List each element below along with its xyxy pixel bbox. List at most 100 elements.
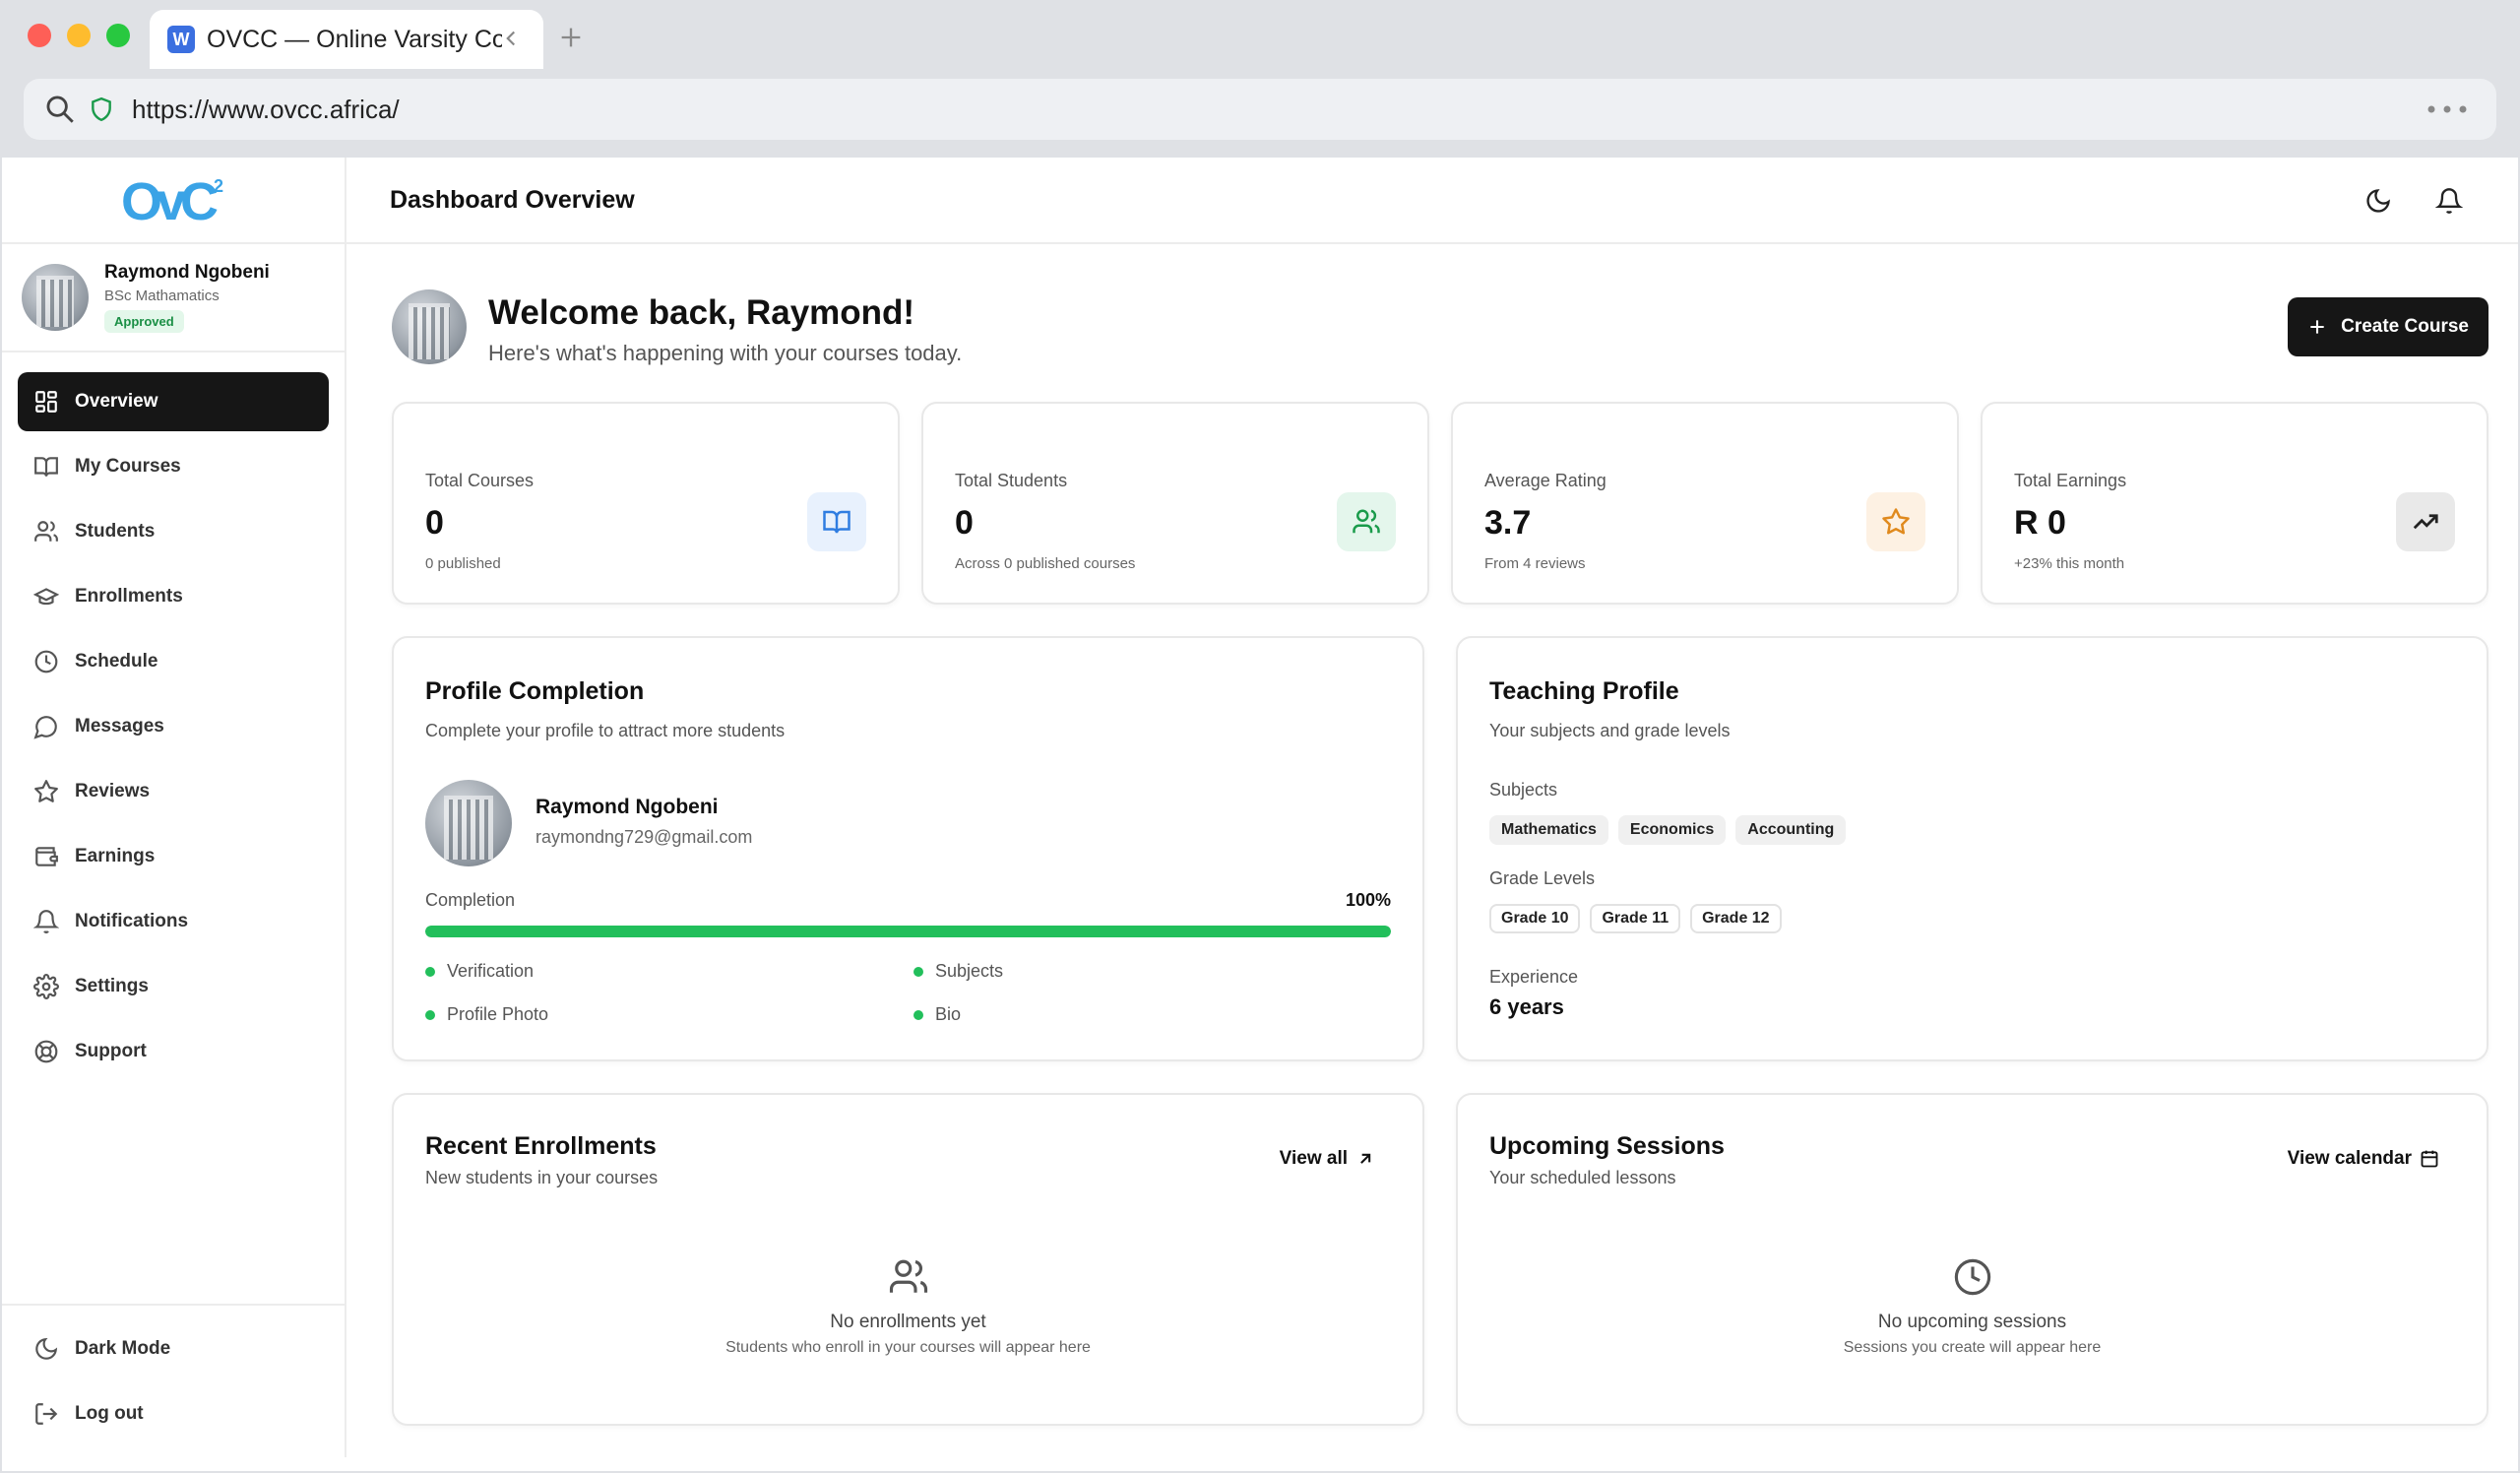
tab-favicon: W xyxy=(167,26,195,53)
subject-chip: Economics xyxy=(1617,815,1727,845)
address-bar[interactable]: https://www.ovcc.africa/ xyxy=(24,79,2496,140)
sidebar-item-label: Settings xyxy=(75,976,149,996)
calendar-icon xyxy=(2421,1150,2438,1168)
browser-chrome: W OVCC — Online Varsity Coll https://www… xyxy=(0,0,2520,158)
sidebar-item-messages[interactable]: Messages xyxy=(18,697,329,756)
stat-note: Across 0 published courses xyxy=(955,555,1136,572)
subjects-label: Subjects xyxy=(1489,780,1558,800)
grade-chips: Grade 10 Grade 11 Grade 12 xyxy=(1489,904,1782,933)
stat-value: 0 xyxy=(425,504,444,542)
stat-card-total-courses[interactable]: Total Courses 0 0 published xyxy=(392,402,900,605)
trending-up-icon xyxy=(2396,492,2455,551)
stat-label: Total Earnings xyxy=(2014,471,2127,490)
panel-subtitle: Your subjects and grade levels xyxy=(1489,721,1731,740)
upcoming-sessions-card: Upcoming Sessions Your scheduled lessons… xyxy=(1456,1093,2488,1426)
window-zoom-button[interactable] xyxy=(106,24,130,47)
main-content: Welcome back, Raymond! Here's what's hap… xyxy=(392,244,2488,1426)
sidebar-item-reviews[interactable]: Reviews xyxy=(18,762,329,821)
moon-icon[interactable] xyxy=(2364,187,2392,215)
logo-text: OvC xyxy=(121,172,218,227)
url-text[interactable]: https://www.ovcc.africa/ xyxy=(132,95,400,125)
completion-label: Completion xyxy=(425,890,516,910)
message-icon xyxy=(33,716,57,739)
stat-card-total-earnings[interactable]: Total Earnings R 0 +23% this month xyxy=(1981,402,2488,605)
view-all-link[interactable]: View all xyxy=(1280,1148,1375,1170)
browser-tab[interactable]: W OVCC — Online Varsity Coll xyxy=(150,10,543,69)
sidebar-item-enrollments[interactable]: Enrollments xyxy=(18,567,329,626)
plus-icon xyxy=(2310,320,2324,334)
sidebar-item-support[interactable]: Support xyxy=(18,1022,329,1081)
top-bar: Dashboard Overview xyxy=(346,158,2518,244)
logout-label: Log out xyxy=(75,1403,144,1424)
view-all-label: View all xyxy=(1279,1148,1348,1169)
close-tab-icon[interactable] xyxy=(498,26,524,51)
grade-chip: Grade 12 xyxy=(1690,904,1782,933)
welcome-title: Welcome back, Raymond! xyxy=(488,293,915,332)
checklist-item: Subjects xyxy=(914,961,1003,982)
logout-button[interactable]: Log out xyxy=(18,1384,329,1443)
activity-row: Recent Enrollments New students in your … xyxy=(392,1093,2488,1426)
star-icon xyxy=(34,780,58,802)
more-icon[interactable] xyxy=(2426,96,2469,122)
sidebar-profile[interactable]: Raymond Ngobeni BSc Mathamatics Approved xyxy=(2,244,345,352)
lifebuoy-icon xyxy=(34,1040,58,1063)
panel-title: Recent Enrollments xyxy=(425,1132,657,1160)
bell-icon[interactable] xyxy=(2435,187,2463,215)
search-icon xyxy=(46,96,74,123)
welcome-subtitle: Here's what's happening with your course… xyxy=(488,341,963,365)
user-degree: BSc Mathamatics xyxy=(104,288,220,304)
new-tab-icon[interactable] xyxy=(557,24,585,51)
sidebar-item-label: Schedule xyxy=(75,651,158,672)
stats-row: Total Courses 0 0 published Total Studen… xyxy=(392,402,2488,605)
window-minimize-button[interactable] xyxy=(67,24,91,47)
ovcc-logo: OvC 2 xyxy=(121,172,223,227)
book-icon xyxy=(807,492,866,551)
arrow-up-right-icon xyxy=(1360,1153,1371,1164)
stat-value: 3.7 xyxy=(1484,504,1532,542)
view-calendar-link[interactable]: View calendar xyxy=(2288,1148,2439,1170)
profile-row: Profile Completion Complete your profile… xyxy=(392,636,2488,1061)
sidebar-item-my-courses[interactable]: My Courses xyxy=(18,437,329,496)
sidebar-item-schedule[interactable]: Schedule xyxy=(18,632,329,691)
panel-title: Teaching Profile xyxy=(1489,677,1679,705)
profile-name: Raymond Ngobeni xyxy=(536,796,719,818)
book-icon xyxy=(34,457,58,477)
gear-icon xyxy=(33,974,59,999)
dark-mode-toggle[interactable]: Dark Mode xyxy=(18,1319,329,1378)
sidebar-item-earnings[interactable]: Earnings xyxy=(18,827,329,886)
profile-completion-card: Profile Completion Complete your profile… xyxy=(392,636,1424,1061)
users-icon xyxy=(34,521,58,542)
panel-title: Upcoming Sessions xyxy=(1489,1132,1725,1160)
empty-subtitle: Sessions you create will appear here xyxy=(1843,1339,2102,1356)
sidebar-item-label: Support xyxy=(75,1041,147,1061)
sidebar-item-settings[interactable]: Settings xyxy=(18,957,329,1016)
stat-note: 0 published xyxy=(425,555,501,572)
stat-label: Total Courses xyxy=(425,471,535,490)
panel-subtitle: New students in your courses xyxy=(425,1168,659,1187)
grade-chip: Grade 10 xyxy=(1489,904,1581,933)
sidebar-item-label: Reviews xyxy=(75,781,151,801)
sidebar-item-students[interactable]: Students xyxy=(18,502,329,561)
graduation-cap-icon xyxy=(33,588,59,606)
sidebar-footer: Dark Mode Log out xyxy=(2,1304,345,1457)
bell-icon xyxy=(33,910,59,933)
logo[interactable]: OvC 2 xyxy=(2,158,345,244)
window-close-button[interactable] xyxy=(28,24,51,47)
sidebar: OvC 2 Raymond Ngobeni BSc Mathamatics Ap… xyxy=(2,158,346,1457)
clock-icon xyxy=(34,650,58,673)
stat-card-average-rating[interactable]: Average Rating 3.7 From 4 reviews xyxy=(1451,402,1959,605)
logo-sup: 2 xyxy=(214,176,223,196)
checklist-item: Verification xyxy=(425,961,534,982)
grade-chip: Grade 11 xyxy=(1590,904,1681,933)
empty-title: No upcoming sessions xyxy=(1877,1312,2067,1332)
empty-subtitle: Students who enroll in your courses will… xyxy=(725,1339,1091,1356)
profile-email: raymondng729@gmail.com xyxy=(536,827,753,847)
sidebar-item-overview[interactable]: Overview xyxy=(18,372,329,431)
completion-progress-bar xyxy=(425,926,1391,937)
stat-card-total-students[interactable]: Total Students 0 Across 0 published cour… xyxy=(921,402,1429,605)
create-course-button[interactable]: Create Course xyxy=(2288,297,2488,356)
grid-icon xyxy=(35,391,57,413)
page-title: Dashboard Overview xyxy=(390,185,635,214)
empty-state: No enrollments yet Students who enroll i… xyxy=(394,1256,1422,1357)
sidebar-item-notifications[interactable]: Notifications xyxy=(18,892,329,951)
